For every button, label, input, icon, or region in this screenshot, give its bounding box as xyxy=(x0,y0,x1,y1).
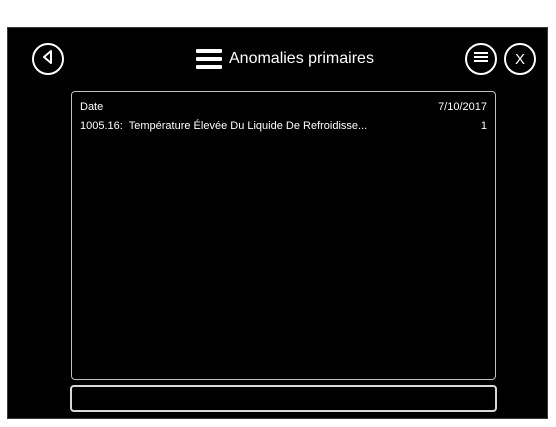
fault-list[interactable]: Date 7/10/2017 1005.16: Température Élev… xyxy=(71,91,496,380)
display-screen: Anomalies primaires X Date 7/10/2017 100… xyxy=(7,27,548,419)
close-icon: X xyxy=(514,50,525,68)
list-item[interactable]: 1005.16: Température Élevée Du Liquide D… xyxy=(80,119,487,133)
fault-count: 1 xyxy=(480,120,487,132)
back-button[interactable] xyxy=(32,43,64,75)
fault-text: Température Élevée Du Liquide De Refroid… xyxy=(128,120,368,132)
fault-code: 1005.16: xyxy=(80,120,123,132)
list-header: Date 7/10/2017 xyxy=(80,100,487,114)
back-arrow-icon xyxy=(41,49,55,69)
close-button[interactable]: X xyxy=(504,43,536,75)
menu-button[interactable] xyxy=(465,43,497,75)
date-label: Date xyxy=(80,101,104,113)
date-value: 7/10/2017 xyxy=(438,101,487,113)
page-title: Anomalies primaires xyxy=(196,46,374,72)
hamburger-menu-icon xyxy=(196,49,222,69)
input-field[interactable] xyxy=(70,385,497,412)
list-menu-icon xyxy=(473,50,489,69)
page-title-label: Anomalies primaires xyxy=(229,50,374,67)
fault-description: 1005.16: Température Élevée Du Liquide D… xyxy=(80,119,367,133)
